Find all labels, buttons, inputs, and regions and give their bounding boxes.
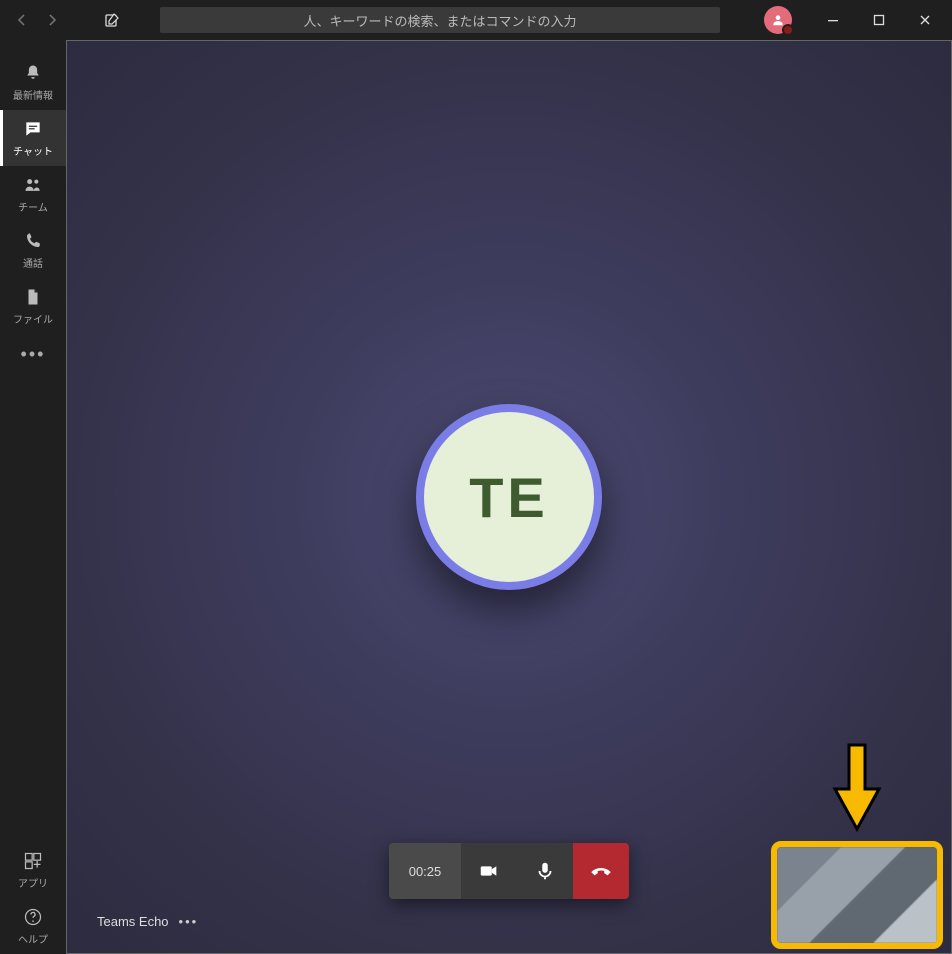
- camera-toggle-button[interactable]: [461, 843, 517, 899]
- window-minimize-button[interactable]: [810, 5, 856, 35]
- call-stage: TE 00:25 Teams Echo •••: [66, 40, 952, 954]
- sidebar-item-label: ヘルプ: [18, 931, 48, 946]
- contact-avatar: TE: [416, 404, 602, 590]
- file-icon: [22, 286, 44, 308]
- sidebar-item-help[interactable]: ヘルプ: [0, 898, 66, 954]
- arrow-down-icon: [829, 743, 885, 833]
- sidebar-item-files[interactable]: ファイル: [0, 278, 66, 334]
- window-maximize-button[interactable]: [856, 5, 902, 35]
- camera-icon: [478, 860, 500, 882]
- call-duration: 00:25: [389, 843, 461, 899]
- call-controls: 00:25: [389, 843, 629, 899]
- sidebar-item-label: 最新情報: [13, 87, 53, 102]
- nav-forward-button[interactable]: [38, 6, 66, 34]
- sidebar: 最新情報 チャット チーム 通話: [0, 40, 66, 954]
- window-close-button[interactable]: [902, 5, 948, 35]
- help-icon: [22, 906, 44, 928]
- user-avatar[interactable]: [764, 6, 792, 34]
- self-video-thumbnail: [777, 847, 937, 943]
- sidebar-item-label: ファイル: [13, 311, 53, 326]
- mic-toggle-button[interactable]: [517, 843, 573, 899]
- compose-icon: [104, 12, 120, 28]
- contact-more-button[interactable]: •••: [179, 914, 199, 929]
- sidebar-item-teams[interactable]: チーム: [0, 166, 66, 222]
- apps-icon: [22, 850, 44, 872]
- contact-name: Teams Echo: [97, 914, 169, 929]
- sidebar-item-calls[interactable]: 通話: [0, 222, 66, 278]
- hangup-icon: [588, 858, 614, 884]
- annotation-arrow: [829, 743, 885, 833]
- hangup-button[interactable]: [573, 843, 629, 899]
- chat-icon: [22, 118, 44, 140]
- titlebar: 人、キーワードの検索、またはコマンドの入力: [0, 0, 952, 40]
- maximize-icon: [873, 14, 885, 26]
- search-input[interactable]: 人、キーワードの検索、またはコマンドの入力: [160, 7, 720, 33]
- sidebar-item-chat[interactable]: チャット: [0, 110, 66, 166]
- sidebar-item-label: チャット: [13, 143, 53, 158]
- minimize-icon: [827, 14, 839, 26]
- self-video-preview[interactable]: [771, 841, 943, 949]
- nav-back-button[interactable]: [8, 6, 36, 34]
- sidebar-item-label: 通話: [23, 255, 43, 270]
- search-placeholder: 人、キーワードの検索、またはコマンドの入力: [303, 11, 576, 30]
- sidebar-item-activity[interactable]: 最新情報: [0, 54, 66, 110]
- presence-indicator: [782, 24, 794, 36]
- sidebar-item-apps[interactable]: アプリ: [0, 842, 66, 898]
- call-icon: [22, 230, 44, 252]
- sidebar-more-button[interactable]: •••: [21, 334, 46, 374]
- compose-button[interactable]: [98, 6, 126, 34]
- chevron-right-icon: [46, 14, 58, 26]
- bell-icon: [22, 62, 44, 84]
- sidebar-item-label: チーム: [18, 199, 48, 214]
- close-icon: [919, 14, 931, 26]
- call-contact-label: Teams Echo •••: [97, 914, 198, 929]
- teams-icon: [22, 174, 44, 196]
- contact-initials: TE: [469, 465, 549, 530]
- microphone-icon: [534, 860, 556, 882]
- chevron-left-icon: [16, 14, 28, 26]
- sidebar-item-label: アプリ: [18, 875, 48, 890]
